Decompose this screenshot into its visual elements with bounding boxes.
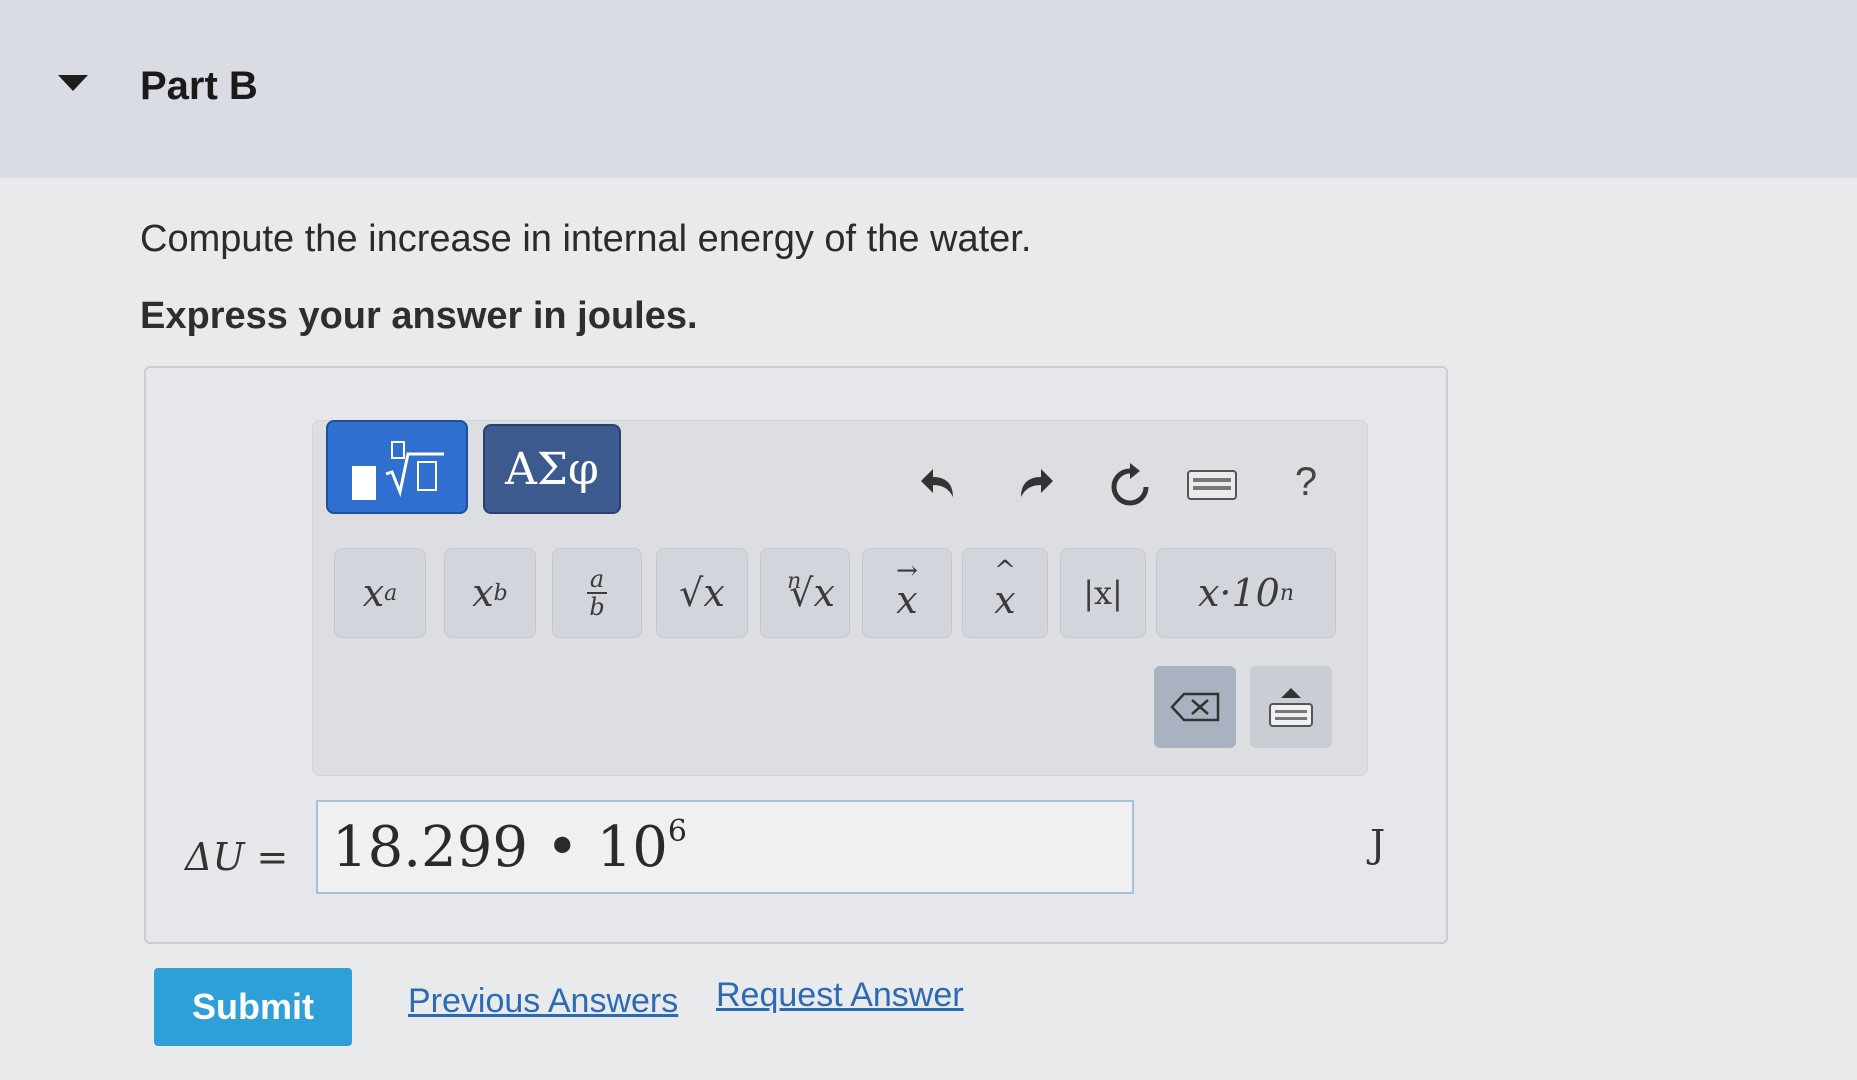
reset-icon[interactable]	[1105, 462, 1155, 512]
redo-icon[interactable]	[1010, 460, 1056, 506]
collapse-triangle-icon[interactable]	[58, 75, 88, 91]
undo-icon[interactable]	[918, 460, 964, 506]
keyboard-toggle-icon	[1269, 688, 1313, 727]
absolute-value-key[interactable]: |x|	[1060, 548, 1146, 638]
vector-key[interactable]: → x	[862, 548, 952, 638]
template-icon	[352, 466, 376, 500]
superscript-key[interactable]: xa	[334, 548, 426, 638]
scientific-notation-key[interactable]: x·10 n	[1156, 548, 1336, 638]
question-text: Compute the increase in internal energy …	[140, 218, 1032, 260]
subscript-key[interactable]: xb	[444, 548, 536, 638]
unit-vector-key[interactable]: ^ x	[962, 548, 1048, 638]
part-header	[0, 0, 1857, 178]
fraction-key[interactable]: a b	[552, 548, 642, 638]
templates-button[interactable]	[326, 420, 468, 514]
arrow-icon: →	[896, 556, 918, 586]
hat-icon: ^	[994, 556, 1016, 586]
submit-button[interactable]: Submit	[154, 968, 352, 1046]
backspace-icon	[1170, 692, 1220, 722]
unit-label: J	[1370, 822, 1386, 866]
greek-symbols-button[interactable]: ΑΣφ	[483, 424, 621, 514]
answer-instruction: Express your answer in joules.	[140, 295, 698, 337]
nth-root-key[interactable]: n √x	[760, 548, 850, 638]
backspace-key[interactable]	[1154, 666, 1236, 748]
keyboard-icon[interactable]	[1186, 468, 1238, 502]
part-title: Part B	[140, 64, 258, 108]
answer-input[interactable]: 18.299 • 10 6	[316, 800, 1134, 894]
delta-u-label: ΔU =	[185, 835, 289, 879]
keyboard-toggle-key[interactable]	[1250, 666, 1332, 748]
request-answer-link[interactable]: Request Answer	[716, 976, 964, 1015]
help-icon[interactable]: ?	[1288, 460, 1324, 504]
square-root-key[interactable]: √x	[656, 548, 748, 638]
previous-answers-link[interactable]: Previous Answers	[408, 982, 678, 1021]
radical-template-icon	[385, 441, 444, 498]
